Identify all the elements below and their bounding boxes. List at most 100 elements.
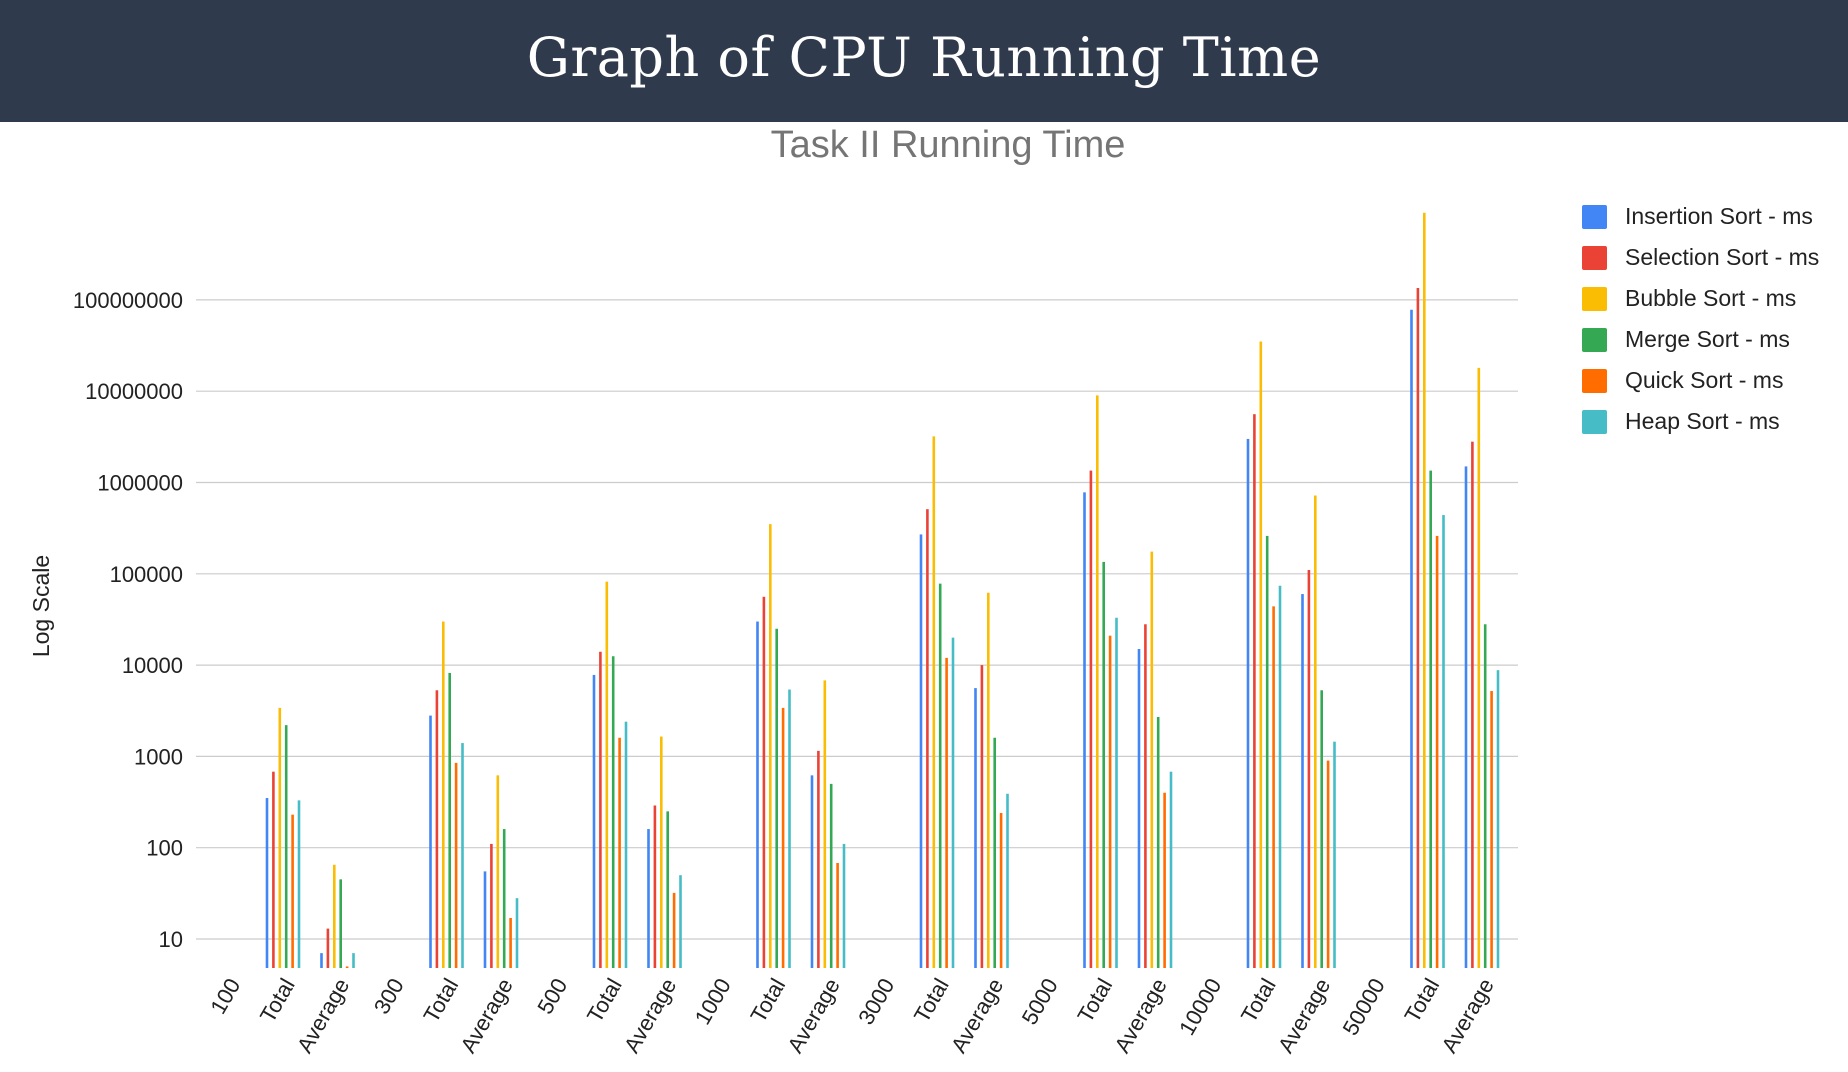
bar — [1253, 414, 1256, 968]
bar — [1096, 395, 1099, 968]
legend-label: Heap Sort - ms — [1625, 408, 1780, 434]
bar — [919, 534, 923, 968]
x-tick-label: Total — [909, 974, 954, 1027]
y-axis-ticks: 10 100 1000 10000 100000 1000000 10000000 10000… — [73, 288, 183, 952]
bar — [1169, 771, 1173, 968]
bar — [653, 805, 657, 968]
bar — [297, 800, 301, 968]
bar — [945, 657, 948, 968]
bar — [278, 707, 282, 968]
legend-item: Selection Sort - ms — [1582, 237, 1819, 278]
bar — [1442, 515, 1445, 968]
legend-swatch — [1582, 204, 1607, 229]
bar — [509, 917, 512, 968]
bar — [496, 775, 500, 968]
bar — [515, 898, 519, 968]
bar — [788, 689, 791, 968]
bar — [817, 750, 820, 968]
bar — [461, 743, 464, 968]
bar — [666, 811, 669, 968]
y-tick-label: 10000000 — [85, 379, 183, 404]
x-tick-label: Average — [455, 974, 517, 1057]
bar — [842, 843, 846, 968]
legend-swatch — [1582, 368, 1607, 393]
bar — [1156, 717, 1160, 968]
bar — [1435, 535, 1439, 968]
bar — [781, 707, 785, 968]
y-tick-label: 10000 — [122, 653, 183, 678]
bar — [951, 637, 955, 968]
x-tick-label: Average — [1273, 974, 1335, 1057]
bar — [272, 771, 275, 968]
bar — [1301, 594, 1304, 968]
bar — [647, 829, 650, 968]
y-tick-label: 100 — [146, 836, 183, 861]
bar — [1102, 561, 1105, 968]
legend-swatch — [1582, 327, 1607, 352]
bar — [618, 737, 621, 968]
x-tick-label: Average — [1109, 974, 1171, 1057]
bar — [1326, 760, 1330, 968]
bars — [265, 212, 1500, 968]
bar — [974, 688, 977, 968]
bar — [502, 829, 506, 968]
bar — [769, 524, 772, 968]
bar — [1115, 617, 1118, 968]
bar — [339, 879, 342, 968]
gridlines — [196, 299, 1518, 940]
bar — [1333, 741, 1336, 968]
x-tick-label: Total — [1399, 974, 1444, 1027]
legend-swatch — [1582, 409, 1607, 434]
bar — [1083, 492, 1086, 968]
y-tick-label: 1000 — [134, 744, 183, 769]
x-tick-label: Average — [946, 974, 1008, 1057]
bar — [1278, 585, 1282, 968]
bar — [1477, 367, 1481, 968]
bar — [1259, 341, 1263, 968]
bar — [1108, 635, 1112, 968]
bar — [679, 875, 682, 968]
x-tick-label: 5000 — [1017, 974, 1063, 1029]
bar — [932, 436, 936, 968]
bar — [672, 892, 676, 968]
bar — [605, 581, 609, 968]
bar — [1006, 793, 1009, 968]
bar — [448, 672, 451, 968]
x-tick-label: Average — [292, 974, 354, 1057]
legend-label: Bubble Sort - ms — [1625, 285, 1797, 311]
x-tick-label: Total — [745, 974, 790, 1027]
bar — [1089, 470, 1093, 968]
bar — [333, 864, 336, 968]
bar — [980, 665, 984, 968]
x-tick-label: 3000 — [853, 974, 899, 1029]
bar — [993, 737, 996, 968]
x-tick-label: Average — [1436, 974, 1498, 1057]
bar — [352, 953, 355, 968]
legend-swatch — [1582, 245, 1607, 270]
bar — [1320, 690, 1323, 968]
bar — [592, 674, 596, 968]
x-tick-label: 500 — [532, 974, 572, 1018]
bar — [823, 680, 827, 968]
bar — [762, 596, 766, 968]
bar — [926, 509, 929, 968]
bar — [775, 628, 778, 968]
legend-item: Quick Sort - ms — [1582, 360, 1819, 401]
bar — [265, 798, 269, 968]
legend-item: Heap Sort - ms — [1582, 401, 1819, 442]
bar — [320, 953, 323, 968]
x-tick-label: Total — [1072, 974, 1117, 1027]
bar — [1410, 309, 1413, 968]
y-axis-label: Log Scale — [28, 555, 54, 657]
x-tick-label: Total — [255, 974, 300, 1027]
bar — [1496, 670, 1500, 968]
bar — [1272, 606, 1275, 968]
bar — [938, 583, 942, 968]
bar-chart: 10 100 1000 10000 100000 1000000 10000000 10000… — [28, 212, 1518, 1057]
bar — [810, 775, 814, 968]
legend-label: Selection Sort - ms — [1625, 244, 1820, 270]
bar — [1429, 470, 1432, 968]
bar — [1137, 649, 1141, 968]
x-tick-label: Total — [582, 974, 627, 1027]
bar — [442, 621, 445, 968]
